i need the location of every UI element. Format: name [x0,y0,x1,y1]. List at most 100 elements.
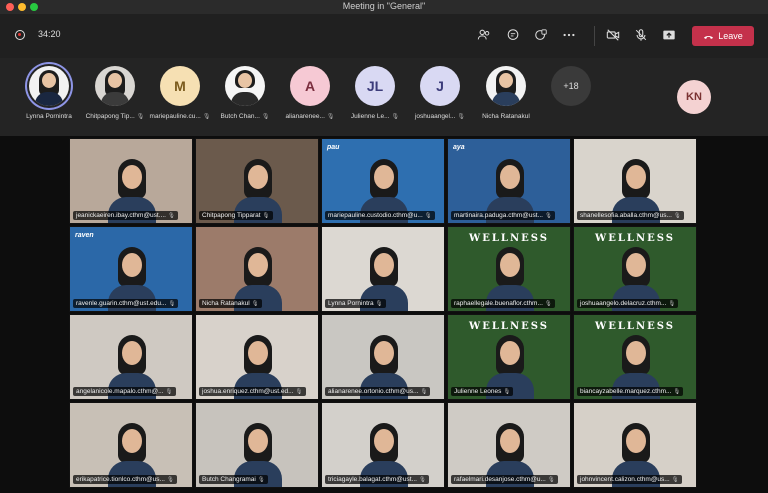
participant-avatar-mariepauline[interactable]: M [160,66,200,106]
video-name-label: biancayzabelle.marquez.cthm... 🎙 [577,387,684,396]
mic-muted-icon: 🎙 [673,213,681,219]
video-tile[interactable]: angelanicole.mapalo.cthm@... 🎙 [69,314,193,400]
mic-muted-icon: 🎙 [391,114,400,120]
video-tile[interactable]: triciagayle.balagat.cthm@ust... 🎙 [321,402,445,488]
mic-muted-icon: 🎙 [420,389,428,395]
participant-name: shanellesofia.aballa.cthm@us... [580,212,672,219]
video-tile[interactable]: Butch Changramai 🎙 [195,402,319,488]
video-name-label: rafaelmari.desanjose.cthm@u... 🎙 [451,475,558,484]
video-name-label: Butch Changramai 🎙 [199,475,268,484]
more-options-button[interactable] [561,27,577,43]
toolbar-divider [594,26,595,46]
mic-muted-icon: 🎙 [424,213,432,219]
wellness-banner: WELLNESS [469,233,549,244]
video-tile[interactable]: WELLNESS biancayzabelle.marquez.cthm... 🎙 [573,314,697,400]
participant-name: Lynna Pornintra [328,300,374,307]
mic-muted-icon: 🎙 [544,301,552,307]
participant-name: joshua.enriquez.cthm@ust.ed... [202,388,294,395]
participants-button[interactable] [476,27,492,43]
mic-muted-icon: 🎙 [295,389,303,395]
mic-muted-icon: 🎙 [326,114,335,120]
mic-muted-icon: 🎙 [418,477,426,483]
self-avatar[interactable]: KN [677,80,711,114]
mic-muted-icon: 🎙 [262,213,270,219]
leave-button[interactable]: Leave [692,26,754,46]
window-titlebar: Meeting in "General" [0,0,768,14]
video-name-label: jeanickaeiren.ibay.cthm@ust.... 🎙 [73,211,178,220]
participant-name: martinaira.paduga.cthm@ust... [454,212,543,219]
video-name-label: Julienne Leones 🎙 [451,387,514,396]
participant-name: raphaellegale.buenaflor.cthm... [454,300,543,307]
participant-name: johnvincent.calizon.cthm@us... [580,476,670,483]
video-tile[interactable]: erikapatrice.tionlco.cthm@us... 🎙 [69,402,193,488]
video-name-label: erikapatrice.tionlco.cthm@us... 🎙 [73,475,177,484]
participant-avatar-chitpapong[interactable] [95,66,135,106]
video-tile[interactable]: jeanickaeiren.ibay.cthm@ust.... 🎙 [69,138,193,224]
video-tile[interactable]: WELLNESS joshuaangelo.delacruz.cthm... 🎙 [573,226,697,312]
video-tile[interactable]: Chitpapong Tipparat 🎙 [195,138,319,224]
video-tile[interactable]: Nicha Ratanakul 🎙 [195,226,319,312]
participant-name: triciagayle.balagat.cthm@ust... [328,476,417,483]
video-tile[interactable]: raven ravenle.guarin.cthm@ust.edu... 🎙 [69,226,193,312]
video-tile[interactable]: pau mariepauline.custodio.cthm@u... 🎙 [321,138,445,224]
participant-name: rafaelmari.desanjose.cthm@u... [454,476,546,483]
participant-name: mariepauline.custodio.cthm@u... [328,212,423,219]
participant-name: Butch Changramai [202,476,256,483]
mic-muted-icon: 🎙 [457,114,466,120]
video-name-label: joshua.enriquez.cthm@ust.ed... 🎙 [199,387,306,396]
video-tile[interactable]: Lynna Pornintra 🎙 [321,226,445,312]
camera-off-icon [606,29,620,41]
mic-muted-icon: 🎙 [261,114,270,120]
chat-icon [507,29,519,40]
participant-avatar-nicha[interactable] [486,66,526,106]
video-grid: jeanickaeiren.ibay.cthm@ust.... 🎙 Chitpapo… [0,136,768,493]
video-tile[interactable]: WELLNESS Julienne Leones 🎙 [447,314,571,400]
mic-muted-icon: 🎙 [167,213,175,219]
reactions-button[interactable] [533,27,549,43]
participant-avatar-joshuaangel[interactable]: J [420,66,460,106]
mic-muted-icon: 🎙 [668,301,676,307]
video-name-label: shanellesofia.aballa.cthm@us... 🎙 [577,211,684,220]
mic-muted-icon: 🎙 [166,477,174,483]
mic-muted-icon: 🎙 [503,389,511,395]
mic-toggle-button[interactable] [633,27,649,43]
video-name-label: johnvincent.calizon.cthm@us... 🎙 [577,475,682,484]
mic-off-icon [635,29,647,41]
camera-toggle-button[interactable] [605,27,621,43]
reactions-icon [535,29,547,40]
video-tile[interactable]: shanellesofia.aballa.cthm@us... 🎙 [573,138,697,224]
participant-name: angelanicole.mapalo.cthm@... [76,388,164,395]
video-tile[interactable]: rafaelmari.desanjose.cthm@u... 🎙 [447,402,571,488]
share-screen-button[interactable] [661,27,677,43]
mic-muted-icon: 🎙 [671,477,679,483]
mic-muted-icon: 🎙 [165,389,173,395]
participant-avatar-alianarenee[interactable]: A [290,66,330,106]
video-name-label: Lynna Pornintra 🎙 [325,299,386,308]
more-icon [563,33,575,37]
video-tile[interactable]: johnvincent.calizon.cthm@us... 🎙 [573,402,697,488]
video-tile[interactable]: WELLNESS raphaellegale.buenaflor.cthm... 🎙 [447,226,571,312]
video-name-label: raphaellegale.buenaflor.cthm... 🎙 [451,299,555,308]
participant-name: erikapatrice.tionlco.cthm@us... [76,476,165,483]
video-name-label: Nicha Ratanakul 🎙 [199,299,262,308]
background-logo: raven [75,232,94,239]
mic-muted-icon: 🎙 [673,389,681,395]
video-name-label: martinaira.paduga.cthm@ust... 🎙 [451,211,555,220]
mic-muted-icon: 🎙 [547,477,555,483]
video-tile[interactable]: aya martinaira.paduga.cthm@ust... 🎙 [447,138,571,224]
participant-avatar-butch[interactable] [225,66,265,106]
participant-name: joshuaangelo.delacruz.cthm... [580,300,667,307]
participant-name: Nicha Ratanakul [482,113,530,120]
participant-name: Julienne Leones [454,388,502,395]
window-title: Meeting in "General" [342,1,426,11]
participant-avatar-lynna[interactable] [29,66,69,106]
video-tile[interactable]: alianarenee.ortonio.cthm@us... 🎙 [321,314,445,400]
video-name-label: ravenle.guarin.cthm@ust.edu... 🎙 [73,299,179,308]
video-tile[interactable]: joshua.enriquez.cthm@ust.ed... 🎙 [195,314,319,400]
participant-avatar-julienne[interactable]: JL [355,66,395,106]
chat-button[interactable] [505,27,521,43]
participant-name: alianarenee.ortonio.cthm@us... [328,388,419,395]
more-participants-button[interactable]: +18 [551,66,591,106]
meeting-timer: 34:20 [38,29,61,39]
participant-name: Chitpapong Tipparat [202,212,261,219]
